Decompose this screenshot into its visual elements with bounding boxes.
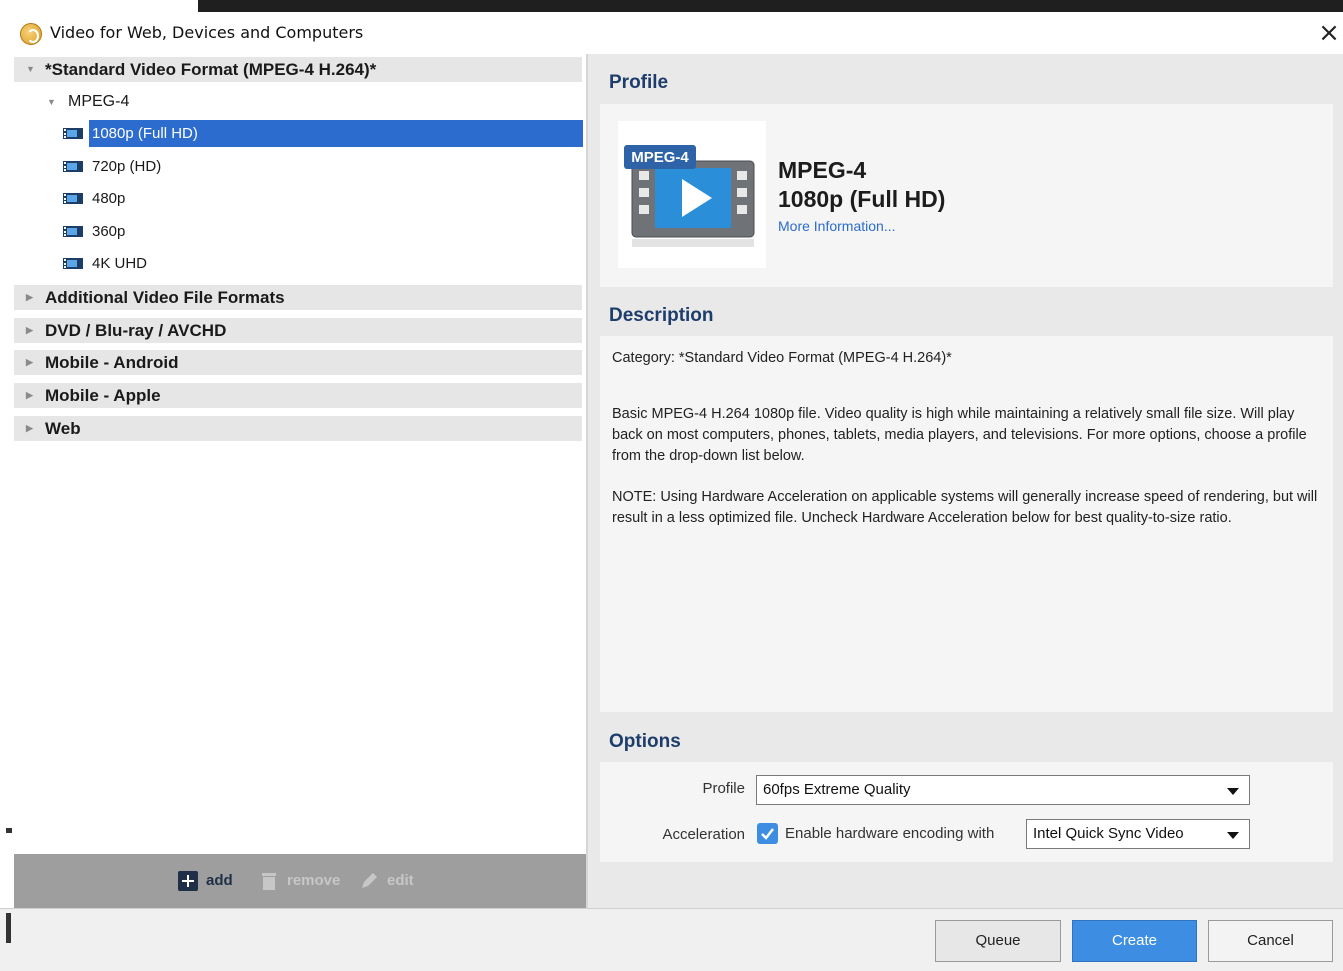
- tree-category-label: Web: [45, 419, 81, 438]
- mpeg4-badge-text: MPEG-4: [631, 149, 689, 166]
- preset-label: 360p: [92, 223, 126, 240]
- edit-label: edit: [387, 872, 414, 889]
- window-title: Video for Web, Devices and Computers: [50, 23, 364, 42]
- profile-format: MPEG-4: [778, 157, 867, 183]
- chevron-right-icon[interactable]: ▶: [26, 416, 33, 441]
- video-clip-icon: [63, 193, 83, 204]
- preset-label: 4K UHD: [92, 255, 148, 272]
- add-label: add: [206, 872, 233, 889]
- tree-category-label: DVD / Blu-ray / AVCHD: [45, 321, 227, 340]
- window-edge-mark: [6, 913, 11, 943]
- queue-button[interactable]: Queue: [935, 920, 1061, 962]
- hardware-encoding-checkbox[interactable]: [757, 823, 778, 844]
- tree-category-dvd-bluray[interactable]: ▶ DVD / Blu-ray / AVCHD: [14, 318, 582, 343]
- preset-item-480p[interactable]: 480p: [60, 185, 583, 212]
- cancel-button[interactable]: Cancel: [1208, 920, 1333, 962]
- tree-group-mpeg4[interactable]: ▼ MPEG-4: [14, 89, 582, 115]
- description-category: Category: *Standard Video Format (MPEG-4…: [612, 350, 952, 366]
- mpeg4-format-icon: MPEG-4: [618, 121, 766, 268]
- profile-name: 1080p (Full HD): [778, 186, 946, 212]
- tree-category-web[interactable]: ▶ Web: [14, 416, 582, 441]
- top-dark-strip: [198, 0, 1343, 12]
- left-edge: [0, 54, 14, 908]
- preset-item-720p[interactable]: 720p (HD): [60, 153, 583, 180]
- preset-label: 720p (HD): [92, 158, 162, 175]
- tree-category-label: Mobile - Apple: [45, 386, 161, 405]
- chevron-down-icon[interactable]: ▼: [47, 89, 56, 115]
- hardware-encoding-label: Enable hardware encoding with: [785, 825, 995, 842]
- more-information-link[interactable]: More Information...: [778, 218, 896, 234]
- profile-dropdown-value: 60fps Extreme Quality: [763, 781, 911, 798]
- chevron-right-icon[interactable]: ▶: [26, 383, 33, 408]
- profile-dropdown[interactable]: 60fps Extreme Quality: [756, 775, 1250, 805]
- tree-category-additional-formats[interactable]: ▶ Additional Video File Formats: [14, 285, 582, 310]
- description-note: NOTE: Using Hardware Acceleration on app…: [612, 489, 1318, 526]
- video-clip-icon: [63, 258, 83, 269]
- trash-icon: [262, 873, 276, 890]
- description-body: Basic MPEG-4 H.264 1080p file. Video qua…: [612, 406, 1307, 464]
- pencil-icon: [362, 873, 377, 888]
- chevron-down-icon: [1227, 788, 1239, 795]
- chevron-down-icon: [1227, 832, 1239, 839]
- encoder-dropdown[interactable]: Intel Quick Sync Video: [1026, 819, 1250, 849]
- chevron-right-icon[interactable]: ▶: [26, 318, 33, 343]
- preset-item-4k-uhd[interactable]: 4K UHD: [60, 250, 583, 277]
- preset-item-360p[interactable]: 360p: [60, 218, 583, 245]
- acceleration-label: Acceleration: [662, 826, 745, 843]
- video-clip-icon: [63, 128, 83, 139]
- description-heading: Description: [609, 305, 714, 326]
- tree-group-label: MPEG-4: [68, 93, 130, 110]
- video-clip-icon: [63, 226, 83, 237]
- preset-item-1080p[interactable]: 1080p (Full HD): [60, 120, 583, 147]
- create-button[interactable]: Create: [1072, 920, 1197, 962]
- profile-heading: Profile: [609, 72, 669, 93]
- film-play-icon: MPEG-4: [624, 145, 755, 247]
- options-heading: Options: [609, 731, 681, 752]
- encoder-dropdown-value: Intel Quick Sync Video: [1033, 825, 1184, 842]
- app-logo-icon: [20, 23, 42, 45]
- tree-category-label: *Standard Video Format (MPEG-4 H.264)*: [45, 60, 377, 79]
- chevron-right-icon[interactable]: ▶: [26, 350, 33, 375]
- tree-category-mobile-apple[interactable]: ▶ Mobile - Apple: [14, 383, 582, 408]
- profile-label: Profile: [702, 780, 745, 797]
- tree-category-label: Mobile - Android: [45, 353, 179, 372]
- close-icon[interactable]: ×: [1316, 20, 1342, 46]
- remove-label: remove: [287, 872, 341, 889]
- preset-toolbar: add remove edit: [14, 854, 586, 908]
- tree-category-label: Additional Video File Formats: [45, 288, 285, 307]
- preset-label: 480p: [92, 190, 126, 207]
- video-clip-icon: [63, 161, 83, 172]
- checkmark-icon: [761, 828, 774, 840]
- window-edge-mark: [6, 828, 12, 833]
- plus-icon: [178, 871, 198, 891]
- tree-category-mobile-android[interactable]: ▶ Mobile - Android: [14, 350, 582, 375]
- preset-label: 1080p (Full HD): [89, 120, 583, 147]
- chevron-right-icon[interactable]: ▶: [26, 285, 33, 310]
- tree-category-standard-video[interactable]: ▼ *Standard Video Format (MPEG-4 H.264)*: [14, 57, 582, 82]
- chevron-down-icon[interactable]: ▼: [26, 57, 35, 82]
